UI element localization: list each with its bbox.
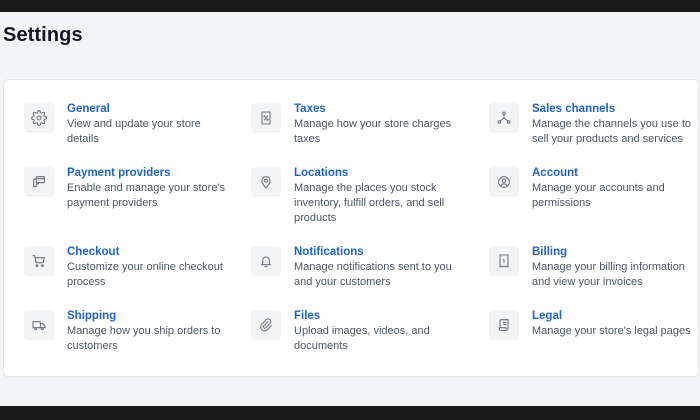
settings-item-title[interactable]: Shipping <box>67 309 227 324</box>
settings-item-shipping[interactable]: Shipping Manage how you ship orders to c… <box>24 309 244 354</box>
settings-item-title[interactable]: Locations <box>294 166 452 181</box>
settings-item-title[interactable]: Taxes <box>294 102 464 117</box>
settings-item-payment-providers[interactable]: Payment providers Enable and manage your… <box>24 166 244 211</box>
settings-item-checkout[interactable]: Checkout Customize your online checkout … <box>24 245 244 290</box>
settings-item-description: Manage your accounts and permissions <box>532 182 665 209</box>
settings-item-description: Manage the places you stock inventory, f… <box>294 182 445 224</box>
settings-item-description: Manage your store's legal pages <box>532 325 691 337</box>
settings-item-files[interactable]: Files Upload images, videos, and documen… <box>251 309 471 354</box>
settings-item-description: View and update your store details <box>67 118 201 145</box>
settings-item-title[interactable]: General <box>67 102 217 117</box>
settings-item-description: Manage how your store charges taxes <box>294 118 452 145</box>
settings-item-description: Manage the channels you use to sell your… <box>532 118 692 145</box>
tax-receipt-icon <box>251 103 281 133</box>
svg-text:$: $ <box>502 259 505 265</box>
settings-item-description: Manage your billing information and view… <box>532 261 685 288</box>
settings-item-description: Customize your online checkout process <box>67 261 223 288</box>
settings-item-taxes[interactable]: Taxes Manage how your store charges taxe… <box>251 102 471 147</box>
settings-item-description: Upload images, videos, and documents <box>294 325 430 352</box>
settings-item-title[interactable]: Billing <box>532 245 692 260</box>
page-title: Settings <box>3 24 83 46</box>
bell-icon <box>251 246 281 276</box>
settings-item-title[interactable]: Notifications <box>294 245 459 260</box>
settings-item-title[interactable]: Files <box>294 309 444 324</box>
settings-item-title[interactable]: Checkout <box>67 245 232 260</box>
settings-item-description: Manage notifications sent to you and you… <box>294 261 452 288</box>
legal-scroll-icon <box>489 310 519 340</box>
billing-icon: $ <box>489 246 519 276</box>
gear-icon <box>24 103 54 133</box>
settings-item-title[interactable]: Account <box>532 166 677 181</box>
paperclip-icon <box>251 310 281 340</box>
settings-item-description: Manage how you ship orders to customers <box>67 325 221 352</box>
settings-card: General View and update your store detai… <box>4 80 698 376</box>
settings-item-billing[interactable]: $ Billing Manage your billing informatio… <box>489 245 694 290</box>
payment-icon <box>24 167 54 197</box>
settings-item-description: Enable and manage your store's payment p… <box>67 182 226 209</box>
cart-icon <box>24 246 54 276</box>
channels-icon <box>489 103 519 133</box>
account-icon <box>489 167 519 197</box>
settings-item-title[interactable]: Sales channels <box>532 102 694 117</box>
settings-item-title[interactable]: Legal <box>532 309 697 324</box>
truck-icon <box>24 310 54 340</box>
settings-item-notifications[interactable]: Notifications Manage notifications sent … <box>251 245 471 290</box>
settings-page: Settings General View and update your st… <box>0 12 700 406</box>
settings-item-sales-channels[interactable]: Sales channels Manage the channels you u… <box>489 102 694 147</box>
settings-item-general[interactable]: General View and update your store detai… <box>24 102 224 147</box>
settings-item-account[interactable]: Account Manage your accounts and permiss… <box>489 166 694 211</box>
settings-item-legal[interactable]: Legal Manage your store's legal pages <box>489 309 694 340</box>
settings-item-title[interactable]: Payment providers <box>67 166 227 181</box>
settings-item-locations[interactable]: Locations Manage the places you stock in… <box>251 166 471 226</box>
location-pin-icon <box>251 167 281 197</box>
